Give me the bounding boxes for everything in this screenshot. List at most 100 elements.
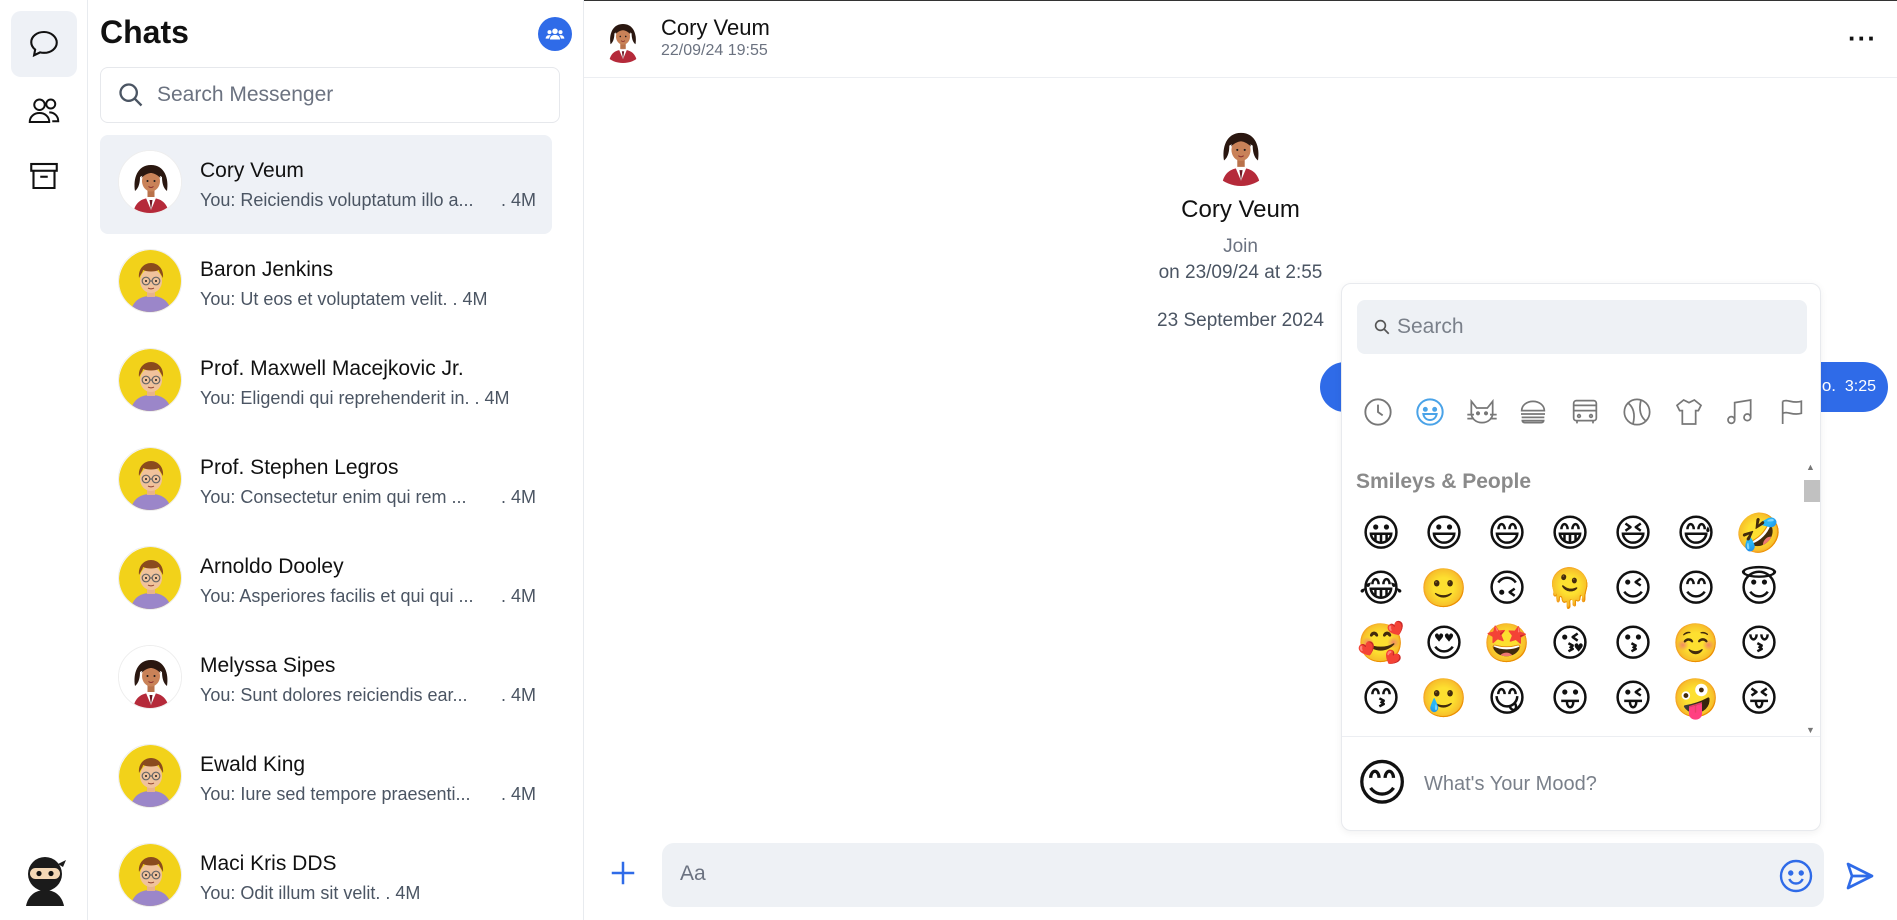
add-attachment-icon[interactable] [608, 858, 638, 888]
header-last-seen: 22/09/24 19:55 [661, 42, 768, 59]
archive-icon [30, 162, 58, 190]
category-objects-icon[interactable] [1671, 394, 1707, 430]
emoji-preview-footer: 😊 What's Your Mood? [1342, 736, 1820, 831]
category-symbols-icon[interactable] [1722, 394, 1758, 430]
emoji-option[interactable]: 😜 [1608, 677, 1658, 722]
category-recent-icon[interactable] [1360, 394, 1396, 430]
emoji-option[interactable]: 🙃 [1482, 567, 1532, 612]
people-icon [28, 98, 60, 123]
emoji-grid: 😀 😃 😄 😁 😆 😅 🤣 😂 🙂 🙃 🫠 😉 😊 😇 🥰 😍 🤩 😘 😗 ☺️ 😚 😙 🥲 😋 😛 😜 🤪 😝 [1356, 512, 1801, 722]
emoji-option[interactable]: 😃 [1419, 512, 1469, 557]
emoji-option[interactable]: 😝 [1734, 677, 1784, 722]
chat-list-item[interactable]: Baron Jenkins You: Ut eos et voluptatem v… [100, 234, 552, 333]
emoji-option[interactable]: 😘 [1545, 622, 1595, 667]
message-text: o. [1821, 376, 1836, 395]
last-message-time: . 4M [500, 586, 536, 606]
emoji-option[interactable]: 🤩 [1482, 622, 1532, 667]
emoji-option[interactable]: ☺️ [1671, 622, 1721, 667]
chat-list-item[interactable]: Arnoldo Dooley You: Asperiores facilis et… [100, 531, 552, 630]
chat-list-item[interactable]: Prof. Maxwell Macejkovic Jr. You: Eligend… [100, 333, 552, 432]
ninja-avatar-icon [26, 857, 66, 906]
emoji-option[interactable]: 😁 [1545, 512, 1595, 557]
contact-avatar [118, 150, 182, 214]
last-message-preview: You: Consectetur enim qui rem ... [200, 487, 467, 507]
chats-title: Chats [100, 14, 189, 50]
chats-nav-button[interactable] [11, 11, 77, 77]
contact-name: Maci Kris DDS [200, 852, 337, 875]
chat-list-item[interactable]: Cory Veum You: Reiciendis voluptatum illo… [100, 135, 552, 234]
emoji-option[interactable]: 😆 [1608, 512, 1658, 557]
emoji-option[interactable]: 😂 [1356, 567, 1406, 612]
emoji-option[interactable]: 😗 [1608, 622, 1658, 667]
new-group-button[interactable] [538, 17, 572, 51]
last-message-time: . 4M [500, 487, 536, 507]
mood-placeholder: What's Your Mood? [1424, 773, 1597, 795]
emoji-option[interactable]: 😍 [1419, 622, 1469, 667]
last-message-time: . 4M [500, 685, 536, 705]
emoji-option[interactable]: 😅 [1671, 512, 1721, 557]
contact-name: Ewald King [200, 753, 306, 776]
category-smileys-icon[interactable] [1412, 394, 1448, 430]
chat-list-item[interactable]: Ewald King You: Iure sed tempore praesent… [100, 729, 552, 828]
scrollbar-thumb[interactable] [1804, 480, 1820, 502]
last-message-preview: You: Asperiores facilis et qui qui ... [200, 586, 474, 606]
emoji-search-field[interactable]: Search [1357, 300, 1807, 354]
contact-avatar [118, 447, 182, 511]
search-placeholder: Search Messenger [157, 83, 334, 106]
emoji-search-placeholder: Search [1397, 315, 1464, 338]
friends-nav-button[interactable] [11, 77, 77, 143]
header-avatar[interactable] [598, 13, 648, 63]
emoji-option[interactable]: 🤣 [1734, 512, 1784, 557]
emoji-option[interactable]: 😚 [1734, 622, 1784, 667]
emoji-option[interactable]: 🫠 [1545, 567, 1595, 612]
chat-list-item[interactable]: Prof. Stephen Legros You: Consectetur eni… [100, 432, 552, 531]
contact-avatar [118, 843, 182, 907]
chat-list-panel: Chats Search Messenger Cory Veum You: Rei… [88, 0, 670, 920]
archive-nav-button[interactable] [11, 143, 77, 209]
emoji-option[interactable]: 🤪 [1671, 677, 1721, 722]
chat-list-item[interactable]: Melyssa Sipes You: Sunt dolores reiciendi… [100, 630, 552, 729]
header-contact-name[interactable]: Cory Veum [661, 15, 770, 41]
category-travel-icon[interactable] [1567, 394, 1603, 430]
search-icon [119, 83, 143, 107]
category-flags-icon[interactable] [1774, 394, 1810, 430]
emoji-option[interactable]: 😛 [1545, 677, 1595, 722]
category-animals-icon[interactable] [1464, 394, 1500, 430]
emoji-category-tabs [1360, 394, 1810, 434]
emoji-toggle-icon[interactable] [1778, 858, 1814, 894]
user-avatar-ninja[interactable] [18, 852, 72, 906]
emoji-option[interactable]: 🥲 [1419, 677, 1469, 722]
last-message-preview: You: Eligendi qui reprehenderit in. . 4M [200, 388, 510, 408]
emoji-option[interactable]: 😇 [1734, 567, 1784, 612]
send-icon[interactable] [1844, 860, 1876, 892]
emoji-option[interactable]: 😉 [1608, 567, 1658, 612]
scroll-down-arrow-icon[interactable]: ▼ [1806, 725, 1815, 735]
emoji-option[interactable]: 🥰 [1356, 622, 1406, 667]
emoji-option[interactable]: 😊 [1671, 567, 1721, 612]
emoji-option[interactable]: 😙 [1356, 677, 1406, 722]
search-messenger-field[interactable]: Search Messenger [100, 67, 560, 123]
emoji-picker-scrollbar[interactable]: ▲ ▼ [1802, 460, 1820, 735]
emoji-option[interactable]: 😋 [1482, 677, 1532, 722]
emoji-option[interactable]: 😀 [1356, 512, 1406, 557]
group-icon [545, 28, 565, 40]
search-icon [1374, 319, 1390, 335]
last-message-time: . 4M [500, 784, 536, 804]
emoji-option[interactable]: 😄 [1482, 512, 1532, 557]
last-message-preview: You: Reiciendis voluptatum illo a... [200, 190, 474, 210]
last-message-preview: You: Ut eos et voluptatem velit. . 4M [200, 289, 488, 309]
scroll-up-arrow-icon[interactable]: ▲ [1806, 462, 1815, 472]
more-options-icon[interactable]: ··· [1848, 23, 1877, 54]
message-time: 3:25 [1844, 378, 1876, 395]
contact-avatar [118, 348, 182, 412]
intro-avatar [1206, 118, 1275, 186]
category-food-icon[interactable] [1515, 394, 1551, 430]
message-input[interactable]: Aa [662, 843, 1824, 907]
chat-bubble-icon [30, 30, 58, 58]
intro-name: Cory Veum [1181, 196, 1300, 223]
conversation-header: Cory Veum 22/09/24 19:55 ··· [584, 0, 1897, 78]
emoji-option[interactable]: 🙂 [1419, 567, 1469, 612]
chat-list-item[interactable]: Maci Kris DDS You: Odit illum sit velit. … [100, 828, 552, 920]
contact-name: Prof. Maxwell Macejkovic Jr. [200, 357, 464, 380]
category-activities-icon[interactable] [1619, 394, 1655, 430]
